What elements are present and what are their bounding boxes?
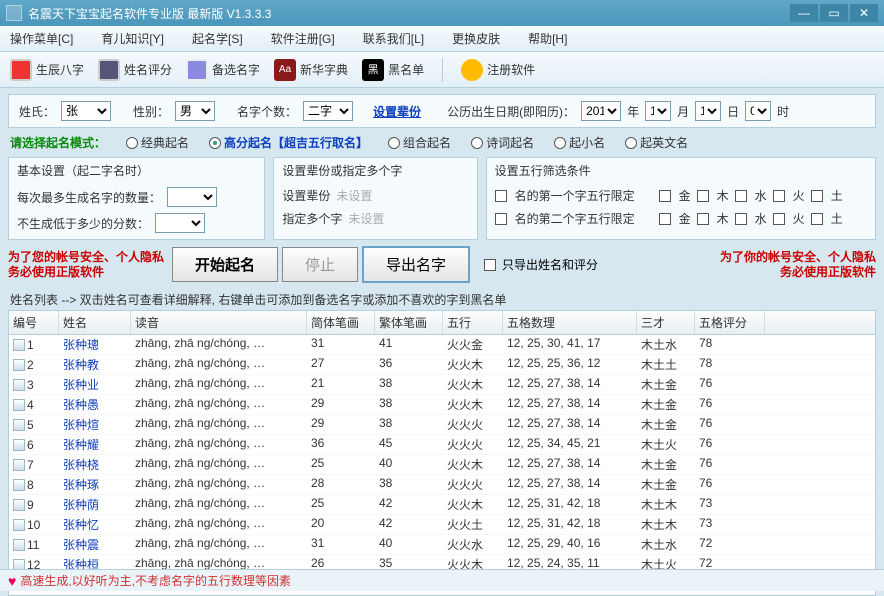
col-simp[interactable]: 简体笔画 (307, 311, 375, 334)
count-select[interactable]: 二字 (303, 101, 353, 121)
gender-select[interactable]: 男 (175, 101, 215, 121)
doc-icon (13, 439, 25, 451)
tool-blacklist[interactable]: 黑黑名单 (362, 59, 424, 81)
wx1-enable[interactable] (495, 190, 507, 202)
start-button[interactable]: 开始起名 (172, 247, 278, 282)
set-chars-link[interactable]: 指定多个字 (282, 210, 342, 227)
result-table: 编号 姓名 读音 简体笔画 繁体笔画 五行 五格数理 三才 五格评分 1张种璁z… (8, 310, 876, 596)
menu-contact[interactable]: 联系我们[L] (363, 30, 424, 47)
group3-legend: 设置五行筛选条件 (495, 162, 867, 179)
tool-score[interactable]: 姓名评分 (98, 59, 172, 81)
menu-register[interactable]: 软件注册[G] (271, 30, 335, 47)
min-score-select[interactable] (155, 213, 205, 233)
menu-help[interactable]: 帮助[H] (528, 30, 567, 47)
col-trad[interactable]: 繁体笔画 (375, 311, 443, 334)
table-row[interactable]: 5张种煊zhāng, zhā ng/chóng, …2938火火火12, 25,… (9, 415, 875, 435)
table-row[interactable]: 1张种璁zhāng, zhā ng/chóng, …3141火火金12, 25,… (9, 335, 875, 355)
col-sc[interactable]: 三才 (637, 311, 695, 334)
doc-icon (13, 459, 25, 471)
tool-bazi[interactable]: 生辰八字 (10, 59, 84, 81)
menu-parenting[interactable]: 育儿知识[Y] (101, 30, 164, 47)
table-row[interactable]: 9张种荫zhāng, zhā ng/chóng, …2542火火木12, 25,… (9, 495, 875, 515)
table-row[interactable]: 3张种业zhāng, zhā ng/chóng, …2138火火木12, 25,… (9, 375, 875, 395)
doc-icon (13, 519, 25, 531)
group1-legend: 基本设置（起二字名时） (17, 162, 256, 179)
mode-classic[interactable]: 经典起名 (126, 134, 189, 151)
tool-dict[interactable]: Aa新华字典 (274, 59, 348, 81)
max-count-select[interactable] (167, 187, 217, 207)
stop-button[interactable]: 停止 (282, 247, 358, 282)
table-row[interactable]: 2张种教zhāng, zhā ng/chóng, …2736火火木12, 25,… (9, 355, 875, 375)
gender-label: 性别： (133, 103, 169, 120)
surname-select[interactable]: 张 (61, 101, 111, 121)
doc-icon (13, 539, 25, 551)
mode-high[interactable]: 高分起名【超吉五行取名】 (209, 134, 368, 151)
maximize-button[interactable]: ▭ (820, 4, 848, 22)
table-row[interactable]: 10张种忆zhāng, zhā ng/chóng, …2042火火土12, 25… (9, 515, 875, 535)
table-row[interactable]: 6张种耀zhāng, zhā ng/chóng, …3645火火火12, 25,… (9, 435, 875, 455)
list-hint: 姓名列表 --> 双击姓名可查看详细解释, 右键单击可添加到备选名字或添加不喜欢… (0, 289, 884, 310)
doc-icon (13, 479, 25, 491)
heart-icon: ♥ (8, 573, 16, 589)
mode-combo[interactable]: 组合起名 (388, 134, 451, 151)
table-row[interactable]: 4张种愚zhāng, zhā ng/chóng, …2938火火木12, 25,… (9, 395, 875, 415)
count-label: 名字个数： (237, 103, 297, 120)
export-only-label: 只导出姓名和评分 (502, 256, 598, 273)
day-select[interactable]: 1 (695, 101, 721, 121)
status-text: 高速生成,以好听为主,不考虑名字的五行数理等因素 (20, 572, 291, 589)
surname-label: 姓氏： (19, 103, 55, 120)
doc-icon (13, 399, 25, 411)
close-button[interactable]: ✕ (850, 4, 878, 22)
mode-en[interactable]: 起英文名 (625, 134, 688, 151)
doc-icon (13, 359, 25, 371)
tool-candidate[interactable]: 备选名字 (186, 59, 260, 81)
col-pinyin[interactable]: 读音 (131, 311, 307, 334)
warning-right: 为了你的帐号安全、个人隐私 务必使用正版软件 (716, 250, 876, 279)
doc-icon (13, 419, 25, 431)
warning-left: 为了您的帐号安全、个人隐私 务必使用正版软件 (8, 250, 168, 279)
col-wg[interactable]: 五格数理 (503, 311, 637, 334)
menu-skin[interactable]: 更换皮肤 (452, 30, 500, 47)
group2-legend: 设置辈份或指定多个字 (282, 162, 468, 179)
toolbar-separator (442, 58, 443, 82)
col-name[interactable]: 姓名 (59, 311, 131, 334)
set-generation-link[interactable]: 设置辈份 (373, 103, 421, 120)
tool-reg[interactable]: 注册软件 (461, 59, 535, 81)
doc-icon (13, 379, 25, 391)
wx2-enable[interactable] (495, 213, 507, 225)
menu-naming[interactable]: 起名学[S] (192, 30, 243, 47)
window-title: 名震天下宝宝起名软件专业版 最新版 V1.3.3.3 (28, 5, 790, 22)
mode-poem[interactable]: 诗词起名 (471, 134, 534, 151)
set-gen-link[interactable]: 设置辈份 (282, 187, 330, 204)
table-row[interactable]: 8张种琢zhāng, zhā ng/chóng, …2838火火火12, 25,… (9, 475, 875, 495)
doc-icon (13, 339, 25, 351)
doc-icon (13, 499, 25, 511)
mode-prompt: 请选择起名模式： (10, 134, 106, 151)
export-button[interactable]: 导出名字 (362, 246, 470, 283)
col-score[interactable]: 五格评分 (695, 311, 765, 334)
month-select[interactable]: 1 (645, 101, 671, 121)
minimize-button[interactable]: — (790, 4, 818, 22)
mode-nick[interactable]: 起小名 (554, 134, 605, 151)
col-wx[interactable]: 五行 (443, 311, 503, 334)
table-row[interactable]: 11张种震zhāng, zhā ng/chóng, …3140火火水12, 25… (9, 535, 875, 555)
birth-label: 公历出生日期(即阳历)： (447, 103, 575, 120)
export-only-check[interactable] (484, 259, 496, 271)
hour-select[interactable]: 0 (745, 101, 771, 121)
menu-operate[interactable]: 操作菜单[C] (10, 30, 73, 47)
table-row[interactable]: 7张种桡zhāng, zhā ng/chóng, …2540火火木12, 25,… (9, 455, 875, 475)
app-icon (6, 5, 22, 21)
year-select[interactable]: 2015 (581, 101, 621, 121)
col-no[interactable]: 编号 (9, 311, 59, 334)
